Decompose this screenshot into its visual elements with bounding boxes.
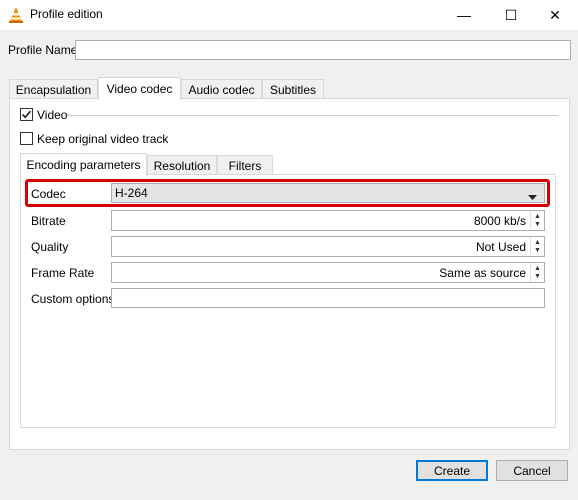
checkmark-icon	[21, 110, 32, 119]
bitrate-label: Bitrate	[31, 214, 66, 228]
quality-value: Not Used	[475, 239, 526, 254]
profile-name-label: Profile Name	[8, 43, 78, 57]
frame-rate-label: Frame Rate	[31, 266, 95, 280]
custom-options-input[interactable]	[111, 288, 545, 308]
tab-audio-codec[interactable]: Audio codec	[181, 79, 262, 99]
spin-down-icon: ▼	[534, 246, 541, 254]
close-button[interactable]: ✕	[532, 0, 578, 30]
chevron-down-icon	[528, 190, 537, 204]
quality-spinbox[interactable]: Not Used ▲ ▼	[111, 236, 545, 257]
tab-video-codec[interactable]: Video codec	[98, 77, 181, 100]
custom-options-label: Custom options	[31, 292, 115, 306]
subtab-encoding-parameters[interactable]: Encoding parameters	[20, 153, 147, 176]
video-checkbox[interactable]	[20, 108, 33, 121]
spin-up-icon: ▲	[534, 238, 541, 246]
cancel-button[interactable]: Cancel	[496, 460, 568, 481]
bitrate-spin-buttons[interactable]: ▲ ▼	[530, 211, 544, 230]
group-divider	[67, 115, 558, 116]
subtab-filters[interactable]: Filters	[217, 155, 273, 175]
profile-name-input[interactable]	[75, 40, 571, 60]
bitrate-spinbox[interactable]: 8000 kb/s ▲ ▼	[111, 210, 545, 231]
keep-original-checkbox[interactable]	[20, 132, 33, 145]
minimize-button[interactable]: —	[441, 0, 487, 30]
minimize-icon: —	[457, 7, 471, 23]
maximize-button[interactable]: ☐	[488, 0, 534, 30]
frame-rate-spinbox[interactable]: Same as source ▲ ▼	[111, 262, 545, 283]
spin-down-icon: ▼	[534, 272, 541, 280]
maximize-icon: ☐	[504, 6, 518, 23]
frame-rate-value: Same as source	[439, 265, 526, 280]
create-button[interactable]: Create	[416, 460, 488, 481]
spin-up-icon: ▲	[534, 212, 541, 220]
bitrate-value: 8000 kb/s	[473, 213, 526, 228]
codec-select[interactable]: H-264	[111, 183, 545, 203]
frame-rate-spin-buttons[interactable]: ▲ ▼	[530, 263, 544, 282]
quality-spin-buttons[interactable]: ▲ ▼	[530, 237, 544, 256]
keep-original-label: Keep original video track	[37, 132, 169, 146]
codec-value: H-264	[115, 186, 148, 200]
subtab-resolution[interactable]: Resolution	[147, 155, 217, 175]
vlc-cone-icon	[8, 6, 24, 24]
spin-down-icon: ▼	[534, 220, 541, 228]
tab-subtitles[interactable]: Subtitles	[262, 79, 324, 99]
video-checkbox-label: Video	[37, 108, 68, 122]
close-icon: ✕	[549, 6, 561, 23]
codec-label: Codec	[31, 187, 66, 201]
spin-up-icon: ▲	[534, 264, 541, 272]
tab-encapsulation[interactable]: Encapsulation	[9, 79, 98, 99]
window-title: Profile edition	[30, 7, 103, 21]
quality-label: Quality	[31, 240, 69, 254]
